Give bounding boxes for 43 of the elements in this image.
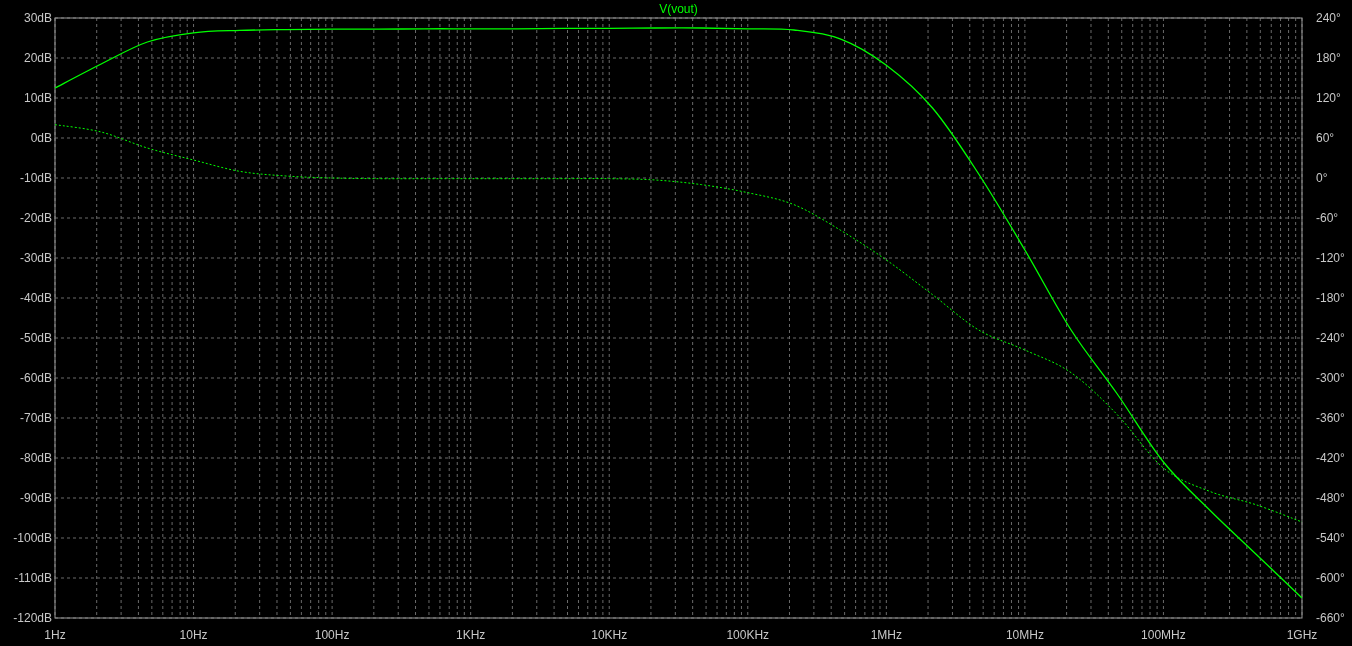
axis-tick-label: -40dB xyxy=(19,291,52,305)
axis-tick-label: -10dB xyxy=(19,171,52,185)
axis-tick-label: 100MHz xyxy=(1141,628,1186,642)
axis-tick-label: -660° xyxy=(1316,611,1345,625)
axis-tick-label: 10MHz xyxy=(1005,628,1044,642)
axis-tick-label: -50dB xyxy=(19,331,52,345)
axis-tick-label: 10KHz xyxy=(591,628,628,642)
axis-tick-label: -90dB xyxy=(19,491,52,505)
axis-tick-label: -420° xyxy=(1316,451,1345,465)
axis-tick-label: 120° xyxy=(1316,91,1341,105)
axis-tick-label: 0° xyxy=(1316,171,1328,185)
axis-tick-label: 240° xyxy=(1316,11,1341,25)
axis-tick-label: -120° xyxy=(1316,251,1345,265)
axis-tick-label: 60° xyxy=(1316,131,1335,145)
axis-tick-label: -70dB xyxy=(19,411,52,425)
axis-tick-label: -100dB xyxy=(13,531,52,545)
axis-tick-label: 180° xyxy=(1316,51,1341,65)
axis-tick-label: 1GHz xyxy=(1286,628,1318,642)
axis-tick-label: 10dB xyxy=(23,91,52,105)
axis-tick-label: 20dB xyxy=(23,51,52,65)
axis-tick-label: -20dB xyxy=(19,211,52,225)
axis-tick-label: 1KHz xyxy=(456,628,486,642)
axis-tick-label: -240° xyxy=(1316,331,1345,345)
axis-tick-label: 100Hz xyxy=(314,628,350,642)
axis-tick-label: -60dB xyxy=(19,371,52,385)
axis-tick-label: -300° xyxy=(1316,371,1345,385)
axis-tick-label: -360° xyxy=(1316,411,1345,425)
axis-tick-label: 100KHz xyxy=(726,628,770,642)
axis-tick-label: 1MHz xyxy=(870,628,902,642)
trace-title[interactable]: V(vout) xyxy=(659,2,698,16)
axis-tick-label: -120dB xyxy=(13,611,52,625)
axis-tick-label: -600° xyxy=(1316,571,1345,585)
axis-tick-label: -180° xyxy=(1316,291,1345,305)
axis-tick-label: 10Hz xyxy=(179,628,208,642)
axis-tick-label: -110dB xyxy=(14,571,52,585)
axis-tick-label: 1Hz xyxy=(44,628,66,642)
axis-tick-label: -540° xyxy=(1316,531,1345,545)
axis-tick-label: -30dB xyxy=(19,251,52,265)
axis-tick-label: -60° xyxy=(1316,211,1339,225)
axis-tick-label: -480° xyxy=(1316,491,1345,505)
axis-tick-label: 30dB xyxy=(23,11,52,25)
axis-tick-label: 0dB xyxy=(30,131,52,145)
axis-tick-label: -80dB xyxy=(19,451,52,465)
